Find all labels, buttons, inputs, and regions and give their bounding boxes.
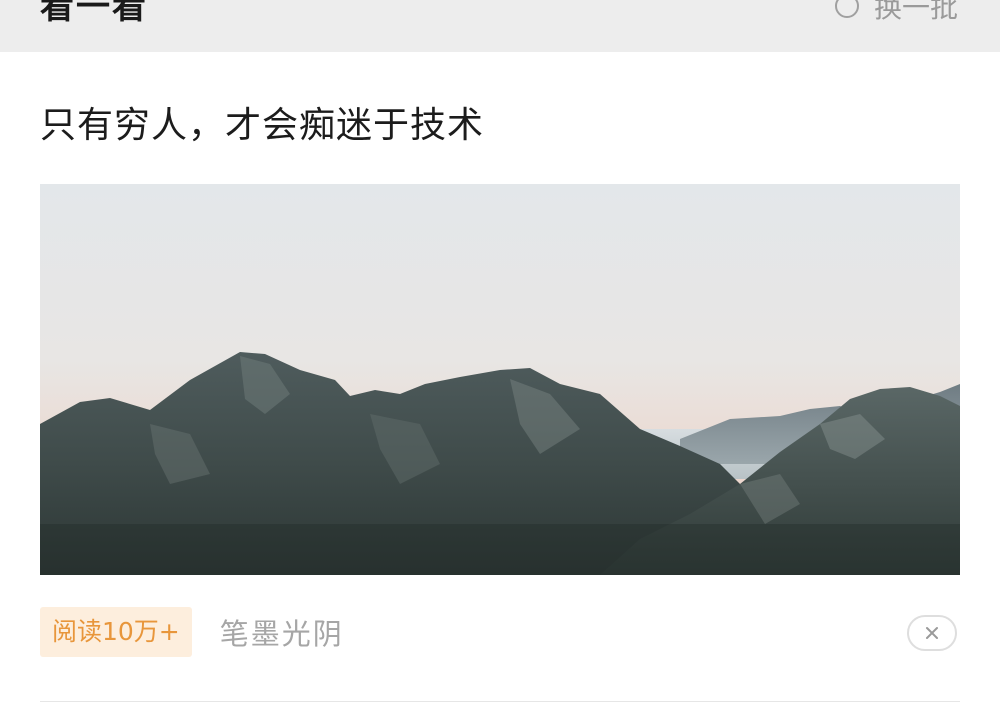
article-title[interactable]: 只有穷人，才会痴迷于技术 — [40, 98, 484, 154]
close-icon — [926, 627, 938, 639]
dismiss-button[interactable] — [907, 615, 957, 651]
article-cover-image[interactable] — [40, 184, 960, 575]
read-count-badge: 阅读10万+ — [40, 607, 192, 657]
refresh-label: 换一批 — [873, 0, 958, 24]
section-header: 看一看 换一批 — [0, 0, 1000, 52]
refresh-icon — [834, 0, 859, 18]
feed-page: 看一看 换一批 只有穷人，才会痴迷于技术 阅读10万+ 笔墨光阴 — [0, 0, 1000, 715]
article-source[interactable]: 笔墨光阴 — [220, 611, 344, 653]
divider — [40, 701, 960, 702]
refresh-button[interactable]: 换一批 — [834, 0, 958, 28]
article-meta: 阅读10万+ 笔墨光阴 — [40, 607, 344, 657]
section-title: 看一看 — [40, 0, 148, 27]
